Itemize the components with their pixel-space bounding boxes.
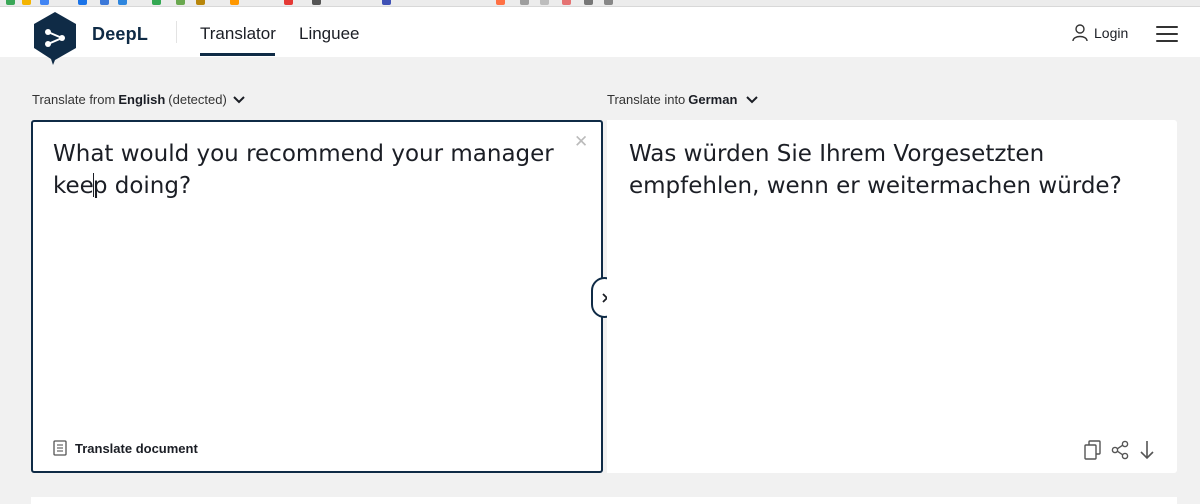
bookmark-icon[interactable]	[100, 0, 109, 5]
bookmark-icon[interactable]	[284, 0, 293, 5]
lower-content-panel	[31, 497, 1177, 504]
browser-bookmark-strip	[0, 0, 1200, 7]
login-button[interactable]: Login	[1072, 22, 1128, 44]
chevron-down-icon	[746, 95, 759, 103]
target-language-selector[interactable]: Translate into German	[607, 92, 759, 107]
tab-linguee[interactable]: Linguee	[299, 24, 360, 44]
bookmark-icon[interactable]	[604, 0, 613, 5]
header-divider	[176, 21, 177, 43]
bookmark-icon[interactable]	[176, 0, 185, 5]
download-icon[interactable]	[1138, 440, 1156, 460]
bookmark-icon[interactable]	[22, 0, 31, 5]
deepl-logo-icon[interactable]	[30, 10, 80, 66]
user-icon	[1072, 24, 1088, 42]
translate-document-button[interactable]: Translate document	[53, 440, 198, 456]
bookmark-icon[interactable]	[78, 0, 87, 5]
bookmark-icon[interactable]	[40, 0, 49, 5]
bookmark-icon[interactable]	[152, 0, 161, 5]
source-language-name: English	[118, 92, 166, 107]
top-navigation-bar: DeepL Translator Linguee Login	[0, 7, 1200, 65]
bookmark-icon[interactable]	[520, 0, 529, 5]
target-toolbar	[1084, 440, 1156, 460]
bookmark-icon[interactable]	[584, 0, 593, 5]
share-icon[interactable]	[1111, 440, 1129, 460]
bookmark-icon[interactable]	[196, 0, 205, 5]
bookmark-icon[interactable]	[312, 0, 321, 5]
source-text-input[interactable]: What would you recommend your manager ke…	[53, 138, 563, 202]
copy-icon[interactable]	[1084, 440, 1102, 460]
bookmark-icon[interactable]	[6, 0, 15, 5]
brand-name[interactable]: DeepL	[92, 24, 148, 45]
bookmark-icon[interactable]	[562, 0, 571, 5]
target-language-prefix: Translate into	[607, 92, 686, 107]
bookmark-icon[interactable]	[118, 0, 127, 5]
translate-document-label: Translate document	[75, 440, 198, 456]
bookmark-icon[interactable]	[540, 0, 549, 5]
source-language-selector[interactable]: Translate from English (detected)	[32, 92, 245, 107]
translated-text: Was würden Sie Ihrem Vorgesetzten empfeh…	[629, 141, 1122, 199]
tab-translator[interactable]: Translator	[200, 24, 276, 44]
source-language-prefix: Translate from	[32, 92, 116, 107]
document-icon	[53, 440, 67, 456]
source-text-content: What would you recommend your manager ke…	[53, 141, 554, 199]
target-text-panel: Was würden Sie Ihrem Vorgesetzten empfeh…	[607, 120, 1177, 473]
login-label: Login	[1094, 25, 1129, 41]
source-text-panel[interactable]: What would you recommend your manager ke…	[31, 120, 603, 473]
active-tab-indicator	[200, 53, 275, 56]
bookmark-icon[interactable]	[230, 0, 239, 5]
source-language-suffix: (detected)	[168, 92, 227, 107]
bookmark-icon[interactable]	[382, 0, 391, 5]
hamburger-menu-icon[interactable]	[1156, 26, 1178, 42]
chevron-down-icon	[233, 95, 245, 103]
bookmark-icon[interactable]	[496, 0, 505, 5]
text-cursor	[92, 173, 94, 197]
target-language-name: German	[688, 92, 738, 107]
clear-text-close-icon[interactable]: ✕	[574, 132, 588, 152]
